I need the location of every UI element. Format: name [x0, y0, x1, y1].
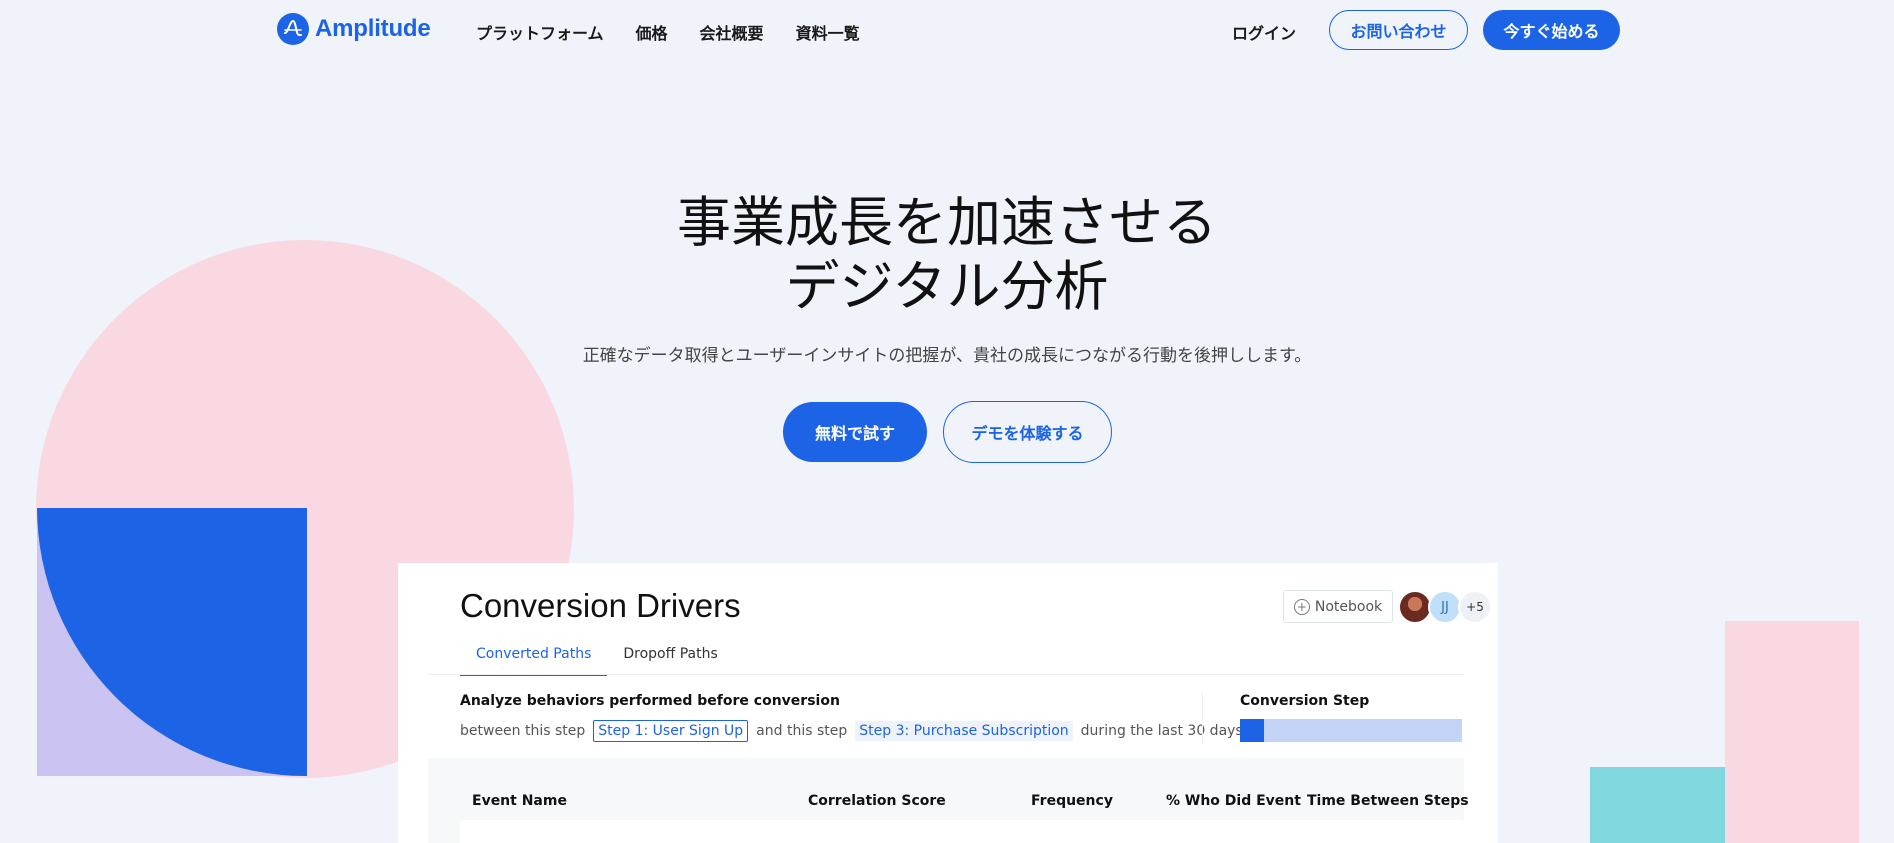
avatar-jj[interactable]: JJ [1428, 590, 1462, 624]
nav-link-company[interactable]: 会社概要 [700, 20, 764, 44]
analyze-heading: Analyze behaviors performed before conve… [460, 693, 840, 709]
decorative-pink-rect [1725, 621, 1859, 843]
tabs-divider [428, 674, 1464, 675]
notebook-label: Notebook [1314, 598, 1383, 615]
th-time-between-steps[interactable]: Time Between Steps [1307, 793, 1469, 809]
conversion-step-label: Conversion Step [1240, 693, 1370, 709]
login-link[interactable]: ログイン [1232, 20, 1296, 44]
brand-logo[interactable]: Amplitude [277, 13, 431, 45]
tab-converted-paths[interactable]: Converted Paths [460, 638, 608, 676]
during-text: during the last 30 days [1080, 723, 1243, 739]
brand-name: Amplitude [315, 15, 431, 42]
step1-selector[interactable]: Step 1: User Sign Up [593, 720, 749, 742]
decorative-blue-quarter-circle [37, 508, 307, 776]
free-trial-button[interactable]: 無料で試す [783, 402, 927, 462]
demo-button[interactable]: デモを体験する [943, 401, 1112, 463]
amplitude-logo-icon [277, 13, 309, 45]
th-event-name[interactable]: Event Name [472, 793, 567, 809]
nav-links: プラットフォーム 価格 会社概要 資料一覧 [476, 20, 860, 44]
tab-dropoff-paths[interactable]: Dropoff Paths [607, 638, 733, 676]
hero-title-line1: 事業成長を加速させる [677, 191, 1217, 254]
vertical-divider [1202, 693, 1203, 745]
nav-link-platform[interactable]: プラットフォーム [476, 20, 604, 44]
between-text: between this step [460, 723, 586, 739]
avatar[interactable] [1398, 590, 1432, 624]
product-preview-panel: Conversion Drivers + Notebook JJ +5 Conv… [398, 563, 1498, 843]
avatar-more-count[interactable]: +5 [1458, 590, 1492, 624]
decorative-lavender-square [37, 508, 307, 776]
th-correlation-score[interactable]: Correlation Score [808, 793, 946, 809]
th-frequency[interactable]: Frequency [1031, 793, 1113, 809]
plus-circle-icon: + [1293, 598, 1310, 615]
and-text: and this step [756, 723, 848, 739]
th-who-did-event[interactable]: % Who Did Event [1166, 793, 1301, 809]
get-started-button[interactable]: 今すぐ始める [1483, 10, 1620, 50]
hero-title-line2: デジタル分析 [785, 255, 1109, 318]
nav-link-resources[interactable]: 資料一覧 [796, 20, 860, 44]
step3-selector[interactable]: Step 3: Purchase Subscription [855, 721, 1073, 741]
nav-link-pricing[interactable]: 価格 [636, 20, 668, 44]
panel-content: Conversion Drivers + Notebook JJ +5 Conv… [428, 563, 1492, 843]
decorative-teal-rect [1590, 767, 1725, 843]
contact-button[interactable]: お問い合わせ [1329, 10, 1468, 50]
hero-subtitle: 正確なデータ取得とユーザーインサイトの把握が、貴社の成長につながる行動を後押しし… [582, 346, 1312, 366]
table-row[interactable] [460, 820, 1464, 843]
conversion-step-bar [1240, 719, 1462, 742]
notebook-button[interactable]: + Notebook [1283, 590, 1393, 623]
conversion-step-fill [1240, 719, 1265, 742]
panel-title: Conversion Drivers [460, 587, 741, 624]
panel-tabs: Converted Paths Dropoff Paths [460, 638, 734, 676]
top-nav: Amplitude プラットフォーム 価格 会社概要 資料一覧 ログイン お問い… [0, 0, 1894, 62]
step-selector-row: between this step Step 1: User Sign Up a… [460, 720, 1243, 742]
